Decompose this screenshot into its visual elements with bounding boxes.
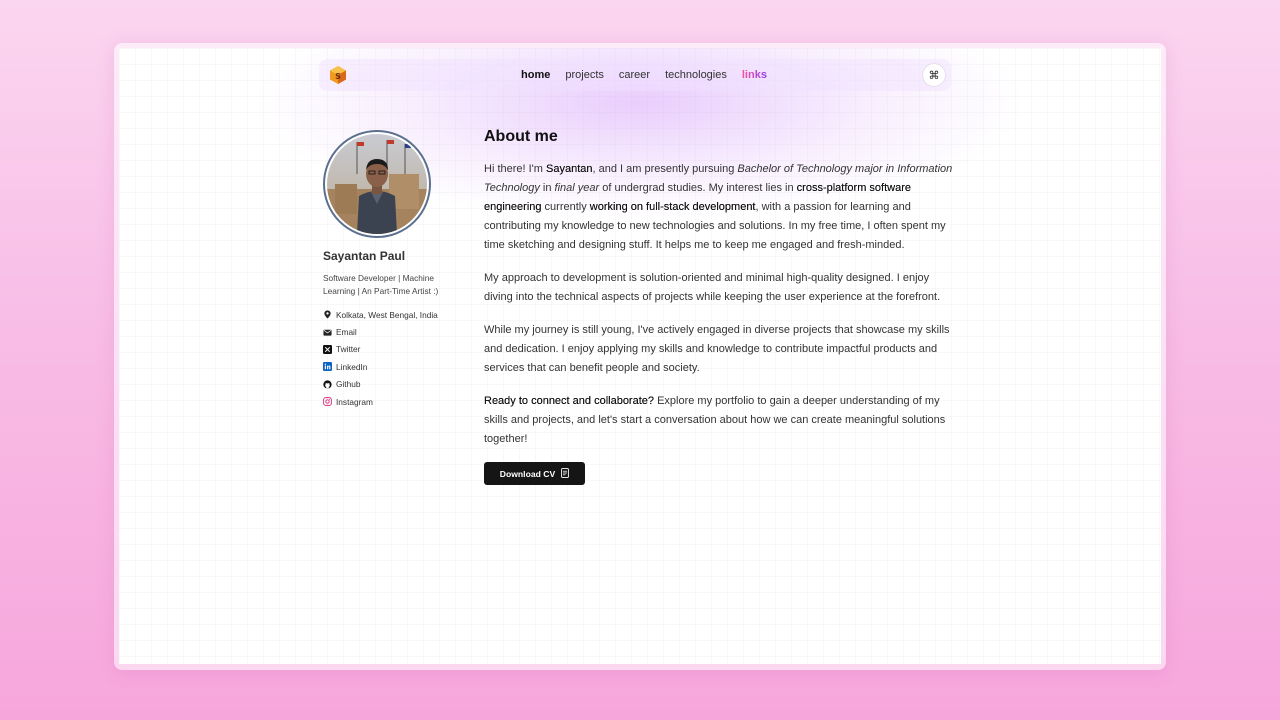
contact-email-label: Email xyxy=(336,327,357,338)
emphasis-year: final year xyxy=(554,182,600,194)
text-run: in xyxy=(539,182,555,194)
about-heading: About me xyxy=(484,128,558,145)
command-icon[interactable]: ⌘ xyxy=(923,64,945,86)
contact-github-label: Github xyxy=(336,379,361,390)
nav-links: home projects career technologies links xyxy=(319,59,951,91)
location-pin-icon xyxy=(323,310,332,319)
about-paragraph-1: Hi there! I'm Sayantan, and I am present… xyxy=(484,160,959,255)
contact-email[interactable]: Email xyxy=(323,323,453,340)
mail-icon xyxy=(323,328,332,337)
contact-location: Kolkata, West Bengal, India xyxy=(323,306,453,323)
linkedin-icon xyxy=(323,362,332,372)
contact-list: Kolkata, West Bengal, India Email Twitte… xyxy=(323,306,453,410)
nav-projects[interactable]: projects xyxy=(565,69,604,81)
emphasis-fullstack: working on full-stack development xyxy=(589,201,756,213)
top-navbar: S home projects career technologies link… xyxy=(319,59,951,91)
github-icon xyxy=(323,380,332,389)
contact-linkedin[interactable]: LinkedIn xyxy=(323,358,453,375)
contact-location-label: Kolkata, West Bengal, India xyxy=(336,309,438,320)
about-section: About me Hi there! I'm Sayantan, and I a… xyxy=(484,128,959,485)
x-twitter-icon xyxy=(323,344,332,354)
nav-technologies[interactable]: technologies xyxy=(665,69,727,81)
about-paragraph-3: While my journey is still young, I've ac… xyxy=(484,324,950,374)
nav-career[interactable]: career xyxy=(619,69,650,81)
contact-twitter[interactable]: Twitter xyxy=(323,341,453,358)
text-run: of undergrad studies. My interest lies i… xyxy=(599,182,797,194)
nav-home[interactable]: home xyxy=(521,69,550,81)
profile-bio: Software Developer | Machine Learning | … xyxy=(323,273,439,296)
contact-github[interactable]: Github xyxy=(323,376,453,393)
nav-links-item[interactable]: links xyxy=(742,69,767,81)
contact-instagram[interactable]: Instagram xyxy=(323,393,453,410)
contact-twitter-label: Twitter xyxy=(336,344,361,355)
download-cv-button[interactable]: Download CV xyxy=(484,462,585,485)
document-icon xyxy=(561,467,570,480)
contact-instagram-label: Instagram xyxy=(336,396,373,407)
text-run: , and I am presently pursuing xyxy=(592,163,738,175)
contact-linkedin-label: LinkedIn xyxy=(336,361,368,372)
profile-name: Sayantan Paul xyxy=(323,249,406,263)
about-paragraph-4: Ready to connect and collaborate? Explor… xyxy=(484,392,959,449)
emphasis-cta: Ready to connect and collaborate? xyxy=(484,395,655,407)
emphasis-name: Sayantan xyxy=(546,163,593,175)
about-paragraphs: Hi there! I'm Sayantan, and I am present… xyxy=(484,160,959,449)
page-window: S home projects career technologies link… xyxy=(119,48,1161,664)
download-cv-label: Download CV xyxy=(499,468,556,479)
instagram-icon xyxy=(323,397,332,406)
text-run: currently xyxy=(541,201,590,213)
text-run: Hi there! I'm xyxy=(484,163,547,175)
profile-sidebar: Sayantan Paul Software Developer | Machi… xyxy=(323,130,453,410)
about-paragraph-2: My approach to development is solution-o… xyxy=(484,272,941,303)
avatar xyxy=(323,130,431,238)
